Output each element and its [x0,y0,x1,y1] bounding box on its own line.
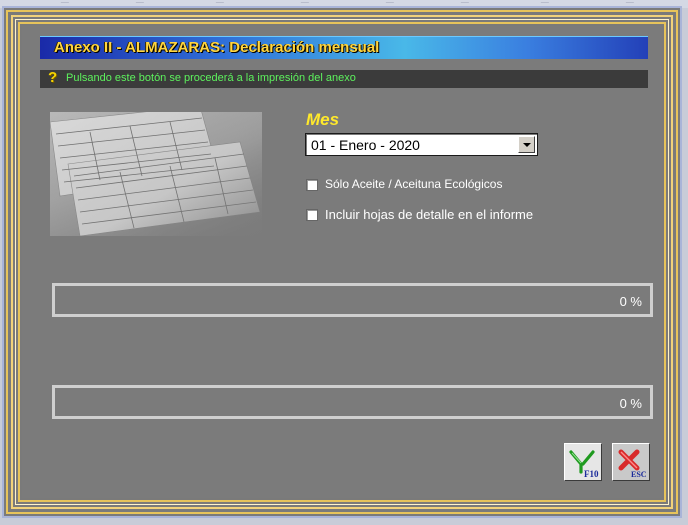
cancel-x-icon: ESC [618,449,647,479]
progress-label-1: 0 % [619,294,642,309]
hint-text: Pulsando este botón se procederá a la im… [66,72,356,84]
hint-bar: ? Pulsando este botón se procederá a la … [40,69,648,88]
question-mark-icon: ? [48,69,58,86]
ecological-checkbox[interactable] [306,179,318,191]
month-select-value: 01 - Enero - 2020 [311,137,420,153]
month-select[interactable]: 01 - Enero - 2020 [305,133,538,156]
cancel-button[interactable]: ESC [612,443,650,481]
print-key-label: F10 [584,469,599,479]
dialog-title: Anexo II - ALMAZARAS: Declaración mensua… [54,39,380,56]
detail-sheets-checkbox[interactable] [306,209,318,221]
month-label: Mes [306,110,340,129]
ecological-checkbox-label: Sólo Aceite / Aceituna Ecológicos [325,177,503,191]
chevron-down-icon[interactable] [518,136,535,153]
cancel-key-label: ESC [631,470,647,479]
progress-bar-2: 0 % [52,385,653,419]
progress-bar-1: 0 % [52,283,653,317]
dialog-content: Anexo II - ALMAZARAS: Declaración mensua… [22,26,662,498]
progress-label-2: 0 % [619,396,642,411]
document-preview-image [50,112,262,236]
print-button[interactable]: F10 [564,443,602,481]
detail-sheets-checkbox-label: Incluir hojas de detalle en el informe [325,207,534,222]
print-fork-icon: F10 [569,450,599,479]
dialog-title-bar: Anexo II - ALMAZARAS: Declaración mensua… [40,36,648,59]
